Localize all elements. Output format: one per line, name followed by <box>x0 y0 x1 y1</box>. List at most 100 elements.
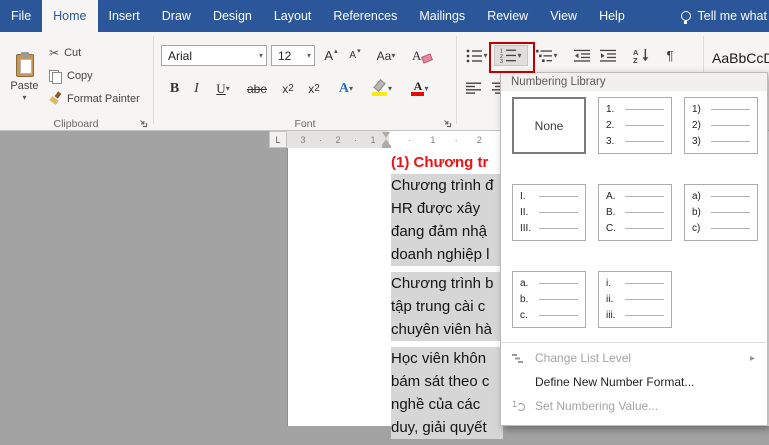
decrease-indent-button[interactable] <box>570 45 594 66</box>
tab-help[interactable]: Help <box>588 0 636 32</box>
ruler-mark: · <box>353 134 357 145</box>
multilevel-list-button[interactable]: ▾ <box>530 45 564 66</box>
numbering-option-7[interactable]: i. ii. iii. <box>598 271 672 328</box>
dropdown-menu: Change List Level ▸ Define New Number Form… <box>501 346 767 418</box>
font-dialog-launcher[interactable] <box>442 116 453 128</box>
tab-home[interactable]: Home <box>42 0 98 32</box>
subscript-button[interactable]: x2 <box>276 77 300 100</box>
tab-draw[interactable]: Draw <box>151 0 202 32</box>
bullets-button[interactable]: ▾ <box>462 45 492 66</box>
superscript-button[interactable]: x2 <box>302 77 326 100</box>
paragraph-2[interactable]: Chương trình b tập trung cài c chuyên viên… <box>391 272 503 341</box>
numbering-option-6[interactable]: a. b. c. <box>512 271 586 328</box>
cut-button[interactable]: ✂ Cut <box>49 43 81 63</box>
callout-red-box <box>489 42 535 73</box>
tab-view[interactable]: View <box>539 0 588 32</box>
align-left-button[interactable] <box>462 77 486 100</box>
pilcrow-icon: ¶ <box>666 48 674 63</box>
shrink-font-letter: A <box>349 50 357 61</box>
highlighter-icon <box>371 80 388 97</box>
tab-file[interactable]: File <box>0 0 42 32</box>
show-formatting-marks-button[interactable]: ¶ <box>658 45 682 66</box>
text-line: duy, giải quyết <box>391 419 487 436</box>
dialog-launcher-icon <box>140 120 148 128</box>
align-left-icon <box>466 82 481 94</box>
text-effects-icon: A <box>338 80 350 96</box>
style-preview-normal[interactable]: AaBbCcD <box>712 50 769 66</box>
text-effects-button[interactable]: A ▾ <box>332 77 360 100</box>
font-color-button[interactable]: A ▾ <box>404 77 436 100</box>
menu-separator <box>502 342 766 343</box>
font-name-value: Arial <box>168 48 193 63</box>
numbering-option-5[interactable]: a) b) c) <box>684 184 758 241</box>
bold-button[interactable]: B <box>164 77 185 100</box>
scissors-icon: ✂ <box>49 46 60 60</box>
menu-item-define-new-number-format[interactable]: Define New Number Format... <box>501 370 767 394</box>
tell-me-box[interactable]: Tell me what <box>680 0 769 32</box>
font-group-label: Font <box>294 118 316 130</box>
numbering-option-4[interactable]: A. B. C. <box>598 184 672 241</box>
underline-icon: U <box>216 80 226 96</box>
chevron-down-icon: ▾ <box>424 83 429 93</box>
paste-button[interactable]: Paste ▾ <box>3 39 46 115</box>
tab-insert[interactable]: Insert <box>98 0 151 32</box>
clear-formatting-icon: A <box>412 48 430 64</box>
paragraph-1[interactable]: Chương trình đ HR được xây đang đảm nhậ doa… <box>391 174 503 266</box>
font-size-combo[interactable]: 12 ▾ <box>271 45 315 66</box>
grow-font-button[interactable]: A ▴ <box>320 45 342 66</box>
tab-design[interactable]: Design <box>202 0 263 32</box>
numbering-option-3[interactable]: I. II. III. <box>512 184 586 241</box>
text-line: nghề của các <box>391 396 481 413</box>
ruler-mark: 2 <box>335 134 341 145</box>
text-line: đang đảm nhậ <box>391 223 487 240</box>
underline-button[interactable]: U ▾ <box>208 77 238 100</box>
chevron-down-icon: ▾ <box>349 83 354 93</box>
copy-icon <box>49 69 62 84</box>
chevron-down-icon: ▾ <box>258 51 263 60</box>
tab-mailings[interactable]: Mailings <box>408 0 476 32</box>
copy-button[interactable]: Copy <box>49 66 93 86</box>
text-line: bám sát theo c <box>391 373 490 390</box>
chevron-down-icon: ▾ <box>387 83 392 93</box>
numbering-library-dropdown: Numbering Library None 1. 2. 3. 1) 2) 3) I. II. I… <box>500 72 768 426</box>
ruler-mark: · <box>408 134 412 145</box>
document-content: (1) Chương tr Chương trình đ HR được xây đ… <box>391 151 506 445</box>
numbering-option-2[interactable]: 1) 2) 3) <box>684 97 758 154</box>
text-highlight-button[interactable]: ▾ <box>366 77 398 100</box>
tab-review[interactable]: Review <box>476 0 539 32</box>
ruler-mark: 1 <box>430 134 436 145</box>
increase-indent-button[interactable] <box>596 45 620 66</box>
first-line-indent-marker[interactable] <box>382 132 390 138</box>
tab-references[interactable]: References <box>322 0 408 32</box>
ruler-mark: 1 <box>370 134 376 145</box>
font-name-combo[interactable]: Arial ▾ <box>161 45 267 66</box>
chevron-down-icon: ▾ <box>306 51 311 60</box>
tab-selector[interactable]: L <box>269 131 287 148</box>
chevron-down-icon: ▾ <box>22 93 27 102</box>
text-line: tập trung cài c <box>391 298 486 315</box>
italic-button[interactable]: I <box>187 77 206 100</box>
paintbrush-icon <box>49 92 62 106</box>
sort-az-icon: AZ <box>633 48 649 63</box>
tell-me-label: Tell me what <box>697 9 767 23</box>
change-case-letters: Aa <box>376 48 392 63</box>
group-divider <box>456 36 457 124</box>
dropdown-title: Numbering Library <box>501 73 767 91</box>
set-numbering-value-icon <box>512 399 525 412</box>
change-case-button[interactable]: Aa ▾ <box>370 45 402 66</box>
paragraph-3[interactable]: Học viên khôn bám sát theo c nghề của các d… <box>391 347 503 439</box>
paste-label: Paste <box>10 80 39 92</box>
numbering-option-none[interactable]: None <box>512 97 586 154</box>
format-painter-label: Format Painter <box>67 93 140 105</box>
numbering-option-1[interactable]: 1. 2. 3. <box>598 97 672 154</box>
document-heading[interactable]: (1) Chương tr <box>391 151 506 174</box>
clear-formatting-button[interactable]: A <box>408 45 434 66</box>
sort-button[interactable]: AZ <box>628 45 654 66</box>
multilevel-list-icon <box>536 49 553 62</box>
shrink-font-button[interactable]: A ▾ <box>344 45 366 66</box>
tab-layout[interactable]: Layout <box>263 0 323 32</box>
chevron-down-icon: ▾ <box>483 50 488 60</box>
strikethrough-button[interactable]: abe <box>242 77 272 100</box>
format-painter-button[interactable]: Format Painter <box>49 89 140 109</box>
clipboard-dialog-launcher[interactable] <box>138 116 149 128</box>
